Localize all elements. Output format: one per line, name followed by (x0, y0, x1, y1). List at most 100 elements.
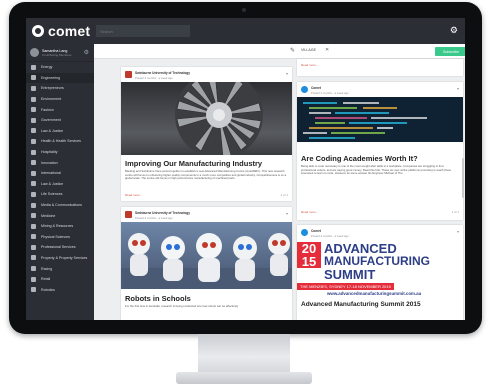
logo-icon (32, 25, 44, 37)
sidebar-item-label: Fashion (41, 107, 54, 112)
sidebar-item[interactable]: Environment (26, 94, 94, 105)
sidebar-item[interactable]: Fashion (26, 104, 94, 115)
sidebar-item[interactable]: Innovation (26, 157, 94, 168)
category-icon (31, 85, 36, 91)
profile-gear-icon[interactable]: ⚙ (84, 49, 89, 56)
sidebar-item-label: Law & Justice (41, 128, 64, 133)
monitor-base (176, 372, 312, 384)
sidebar-item-label: Racing (41, 266, 53, 271)
edit-pen-icon[interactable]: ✎ (290, 47, 295, 54)
sidebar-item-label: Entrepreneurs (41, 86, 64, 91)
sidebar-item[interactable]: Law & Justice (26, 126, 94, 137)
sidebar-item-label: Engineering (41, 75, 61, 80)
camera-dot (242, 8, 246, 12)
sidebar-item[interactable]: Robotics (26, 284, 94, 295)
sidebar: Samantha Lang Contributing Members ⚙ Ene… (26, 44, 94, 320)
summit-date: THE MENZIES, SYDNEY 17-18 NOVEMBER 2015 (297, 283, 394, 290)
card-title[interactable]: Improving Our Manufacturing Industry (125, 159, 288, 168)
sidebar-item[interactable]: Government (26, 115, 94, 126)
card-title[interactable]: Are Coding Academies Worth It? (301, 154, 459, 163)
sidebar-item[interactable]: Engineering (26, 72, 94, 84)
card-pager: 1 of 1 (280, 193, 288, 197)
source-avatar (125, 211, 132, 218)
read-more-link[interactable]: Read more... (301, 210, 318, 214)
summit-year-bottom: 15 (297, 255, 321, 268)
robots-image[interactable] (121, 222, 292, 289)
search-input[interactable] (96, 25, 190, 37)
sidebar-item[interactable]: Medicine (26, 210, 94, 221)
settings-gear-icon[interactable]: ⚙ (450, 25, 458, 35)
category-icon (31, 276, 36, 282)
card-menu-icon[interactable]: ▾ (286, 211, 288, 216)
scrollbar-thumb[interactable] (462, 158, 464, 198)
card-menu-icon[interactable]: ▾ (286, 71, 288, 76)
sidebar-item[interactable]: Professional Services (26, 242, 94, 253)
sidebar-item-label: Medicine (41, 213, 56, 218)
sidebar-item[interactable]: Mining & Resources (26, 221, 94, 232)
card-body: Banking and Swinburne have joined togeth… (125, 169, 287, 181)
user-profile[interactable]: Samantha Lang Contributing Members ⚙ (26, 44, 94, 62)
category-icon (31, 160, 36, 166)
top-bar: comet ⚙ (26, 18, 465, 44)
sidebar-item-label: Health & Health Services (41, 139, 81, 144)
sidebar-item-label: Hospitality (41, 150, 58, 155)
category-icon (31, 223, 36, 229)
category-icon (31, 149, 36, 155)
sidebar-item[interactable]: Retail (26, 274, 94, 285)
sidebar-item[interactable]: Energy (26, 62, 94, 73)
category-icon (31, 64, 36, 70)
avatar[interactable] (30, 48, 39, 57)
post-card[interactable]: Swinburne University of Technology Poste… (121, 207, 292, 320)
screen: comet ⚙ Samantha Lang Contributing Membe… (26, 18, 465, 320)
sidebar-item-label: Government (41, 118, 61, 123)
post-card[interactable]: Comet Posted 4 months · a week ago ▾ Are… (297, 82, 463, 220)
category-icon (31, 213, 36, 219)
card-meta: Posted 4 months · a week ago (311, 234, 349, 238)
sidebar-item[interactable]: Property & Property Services (26, 253, 94, 264)
post-card-partial[interactable]: Read more... (297, 59, 463, 76)
summit-url: www.advancedmanufacturingsummit.com.au (327, 291, 422, 296)
summit-line-3: SUMMIT (324, 267, 376, 282)
card-source[interactable]: Comet (311, 229, 321, 233)
category-icon (31, 128, 36, 134)
sidebar-item[interactable]: Media & Communications (26, 200, 94, 211)
card-body: Being able to code necessary is one of t… (301, 164, 452, 176)
sidebar-item-label: Innovation (41, 160, 58, 165)
monitor-stand (198, 334, 290, 372)
sidebar-item[interactable]: Hospitality (26, 147, 94, 158)
sidebar-item[interactable]: Entrepreneurs (26, 83, 94, 94)
coding-image[interactable] (297, 97, 463, 142)
sidebar-item[interactable]: International (26, 168, 94, 179)
clear-filter-icon[interactable]: ✕ (325, 47, 329, 53)
card-source[interactable]: Comet (311, 86, 321, 90)
summit-banner-image[interactable]: 20 ADVANCED 15 MANUFACTURING SUMMIT THE … (297, 240, 463, 300)
sidebar-item[interactable]: Racing (26, 263, 94, 274)
sidebar-item[interactable]: Law & Justice (26, 179, 94, 190)
post-card[interactable]: Swinburne University of Technology Poste… (121, 67, 292, 201)
read-more-link[interactable]: Read more... (125, 193, 142, 197)
subscribe-button[interactable]: Subscribe (435, 47, 465, 56)
sidebar-item-label: Media & Communications (41, 203, 82, 208)
filter-bar: ✎ VILLAGE ✕ Subscribe (94, 44, 465, 59)
turbine-image[interactable] (121, 82, 292, 155)
sidebar-item[interactable]: Life Sciences (26, 189, 94, 200)
category-icon (31, 191, 36, 197)
card-body: For the first time in Australia, researc… (125, 304, 239, 308)
card-menu-icon[interactable]: ▾ (457, 86, 459, 91)
sidebar-item-label: Law & Justice (41, 181, 64, 186)
card-source[interactable]: Swinburne University of Technology (135, 71, 190, 75)
card-pager: 1 of 1 (451, 210, 459, 214)
sidebar-item[interactable]: Physical Sciences (26, 232, 94, 243)
filter-tag: VILLAGE (301, 48, 316, 52)
sidebar-item[interactable]: Health & Health Services (26, 136, 94, 147)
sidebar-item-label: Physical Sciences (41, 234, 70, 239)
card-title[interactable]: Robots in Schools (125, 294, 288, 303)
app-logo[interactable]: comet (32, 23, 90, 39)
user-subtitle: Contributing Members (42, 52, 72, 57)
card-source[interactable]: Swinburne University of Technology (135, 211, 190, 215)
read-more-link[interactable]: Read more... (301, 63, 318, 67)
post-card[interactable]: Comet Posted 4 months · a week ago ▾ 20 … (297, 225, 463, 320)
card-menu-icon[interactable]: ▾ (457, 229, 459, 234)
card-title[interactable]: Advanced Manufacturing Summit 2015 (301, 300, 459, 309)
sidebar-item-label: Retail (41, 277, 51, 282)
